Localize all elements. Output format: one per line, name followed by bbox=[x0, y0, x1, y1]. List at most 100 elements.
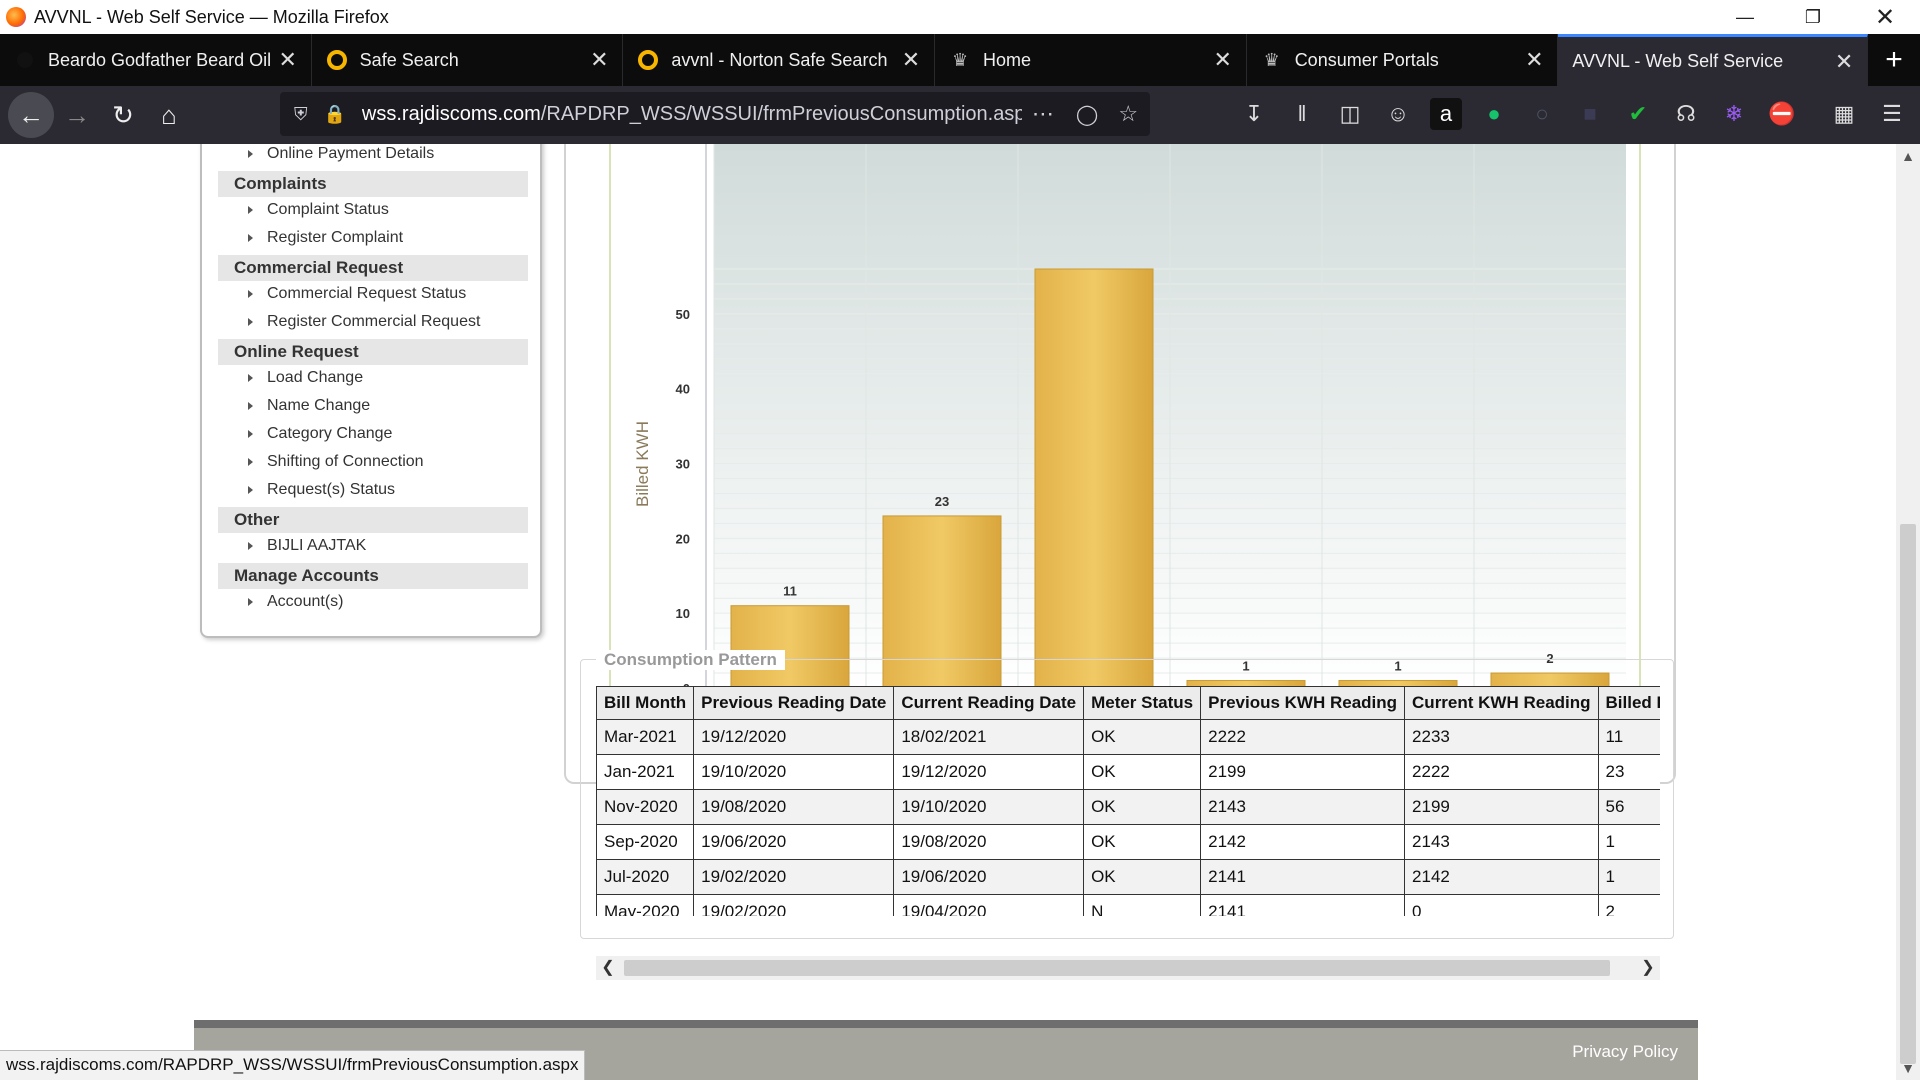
beardo-icon bbox=[14, 49, 36, 71]
scroll-thumb[interactable] bbox=[624, 960, 1610, 976]
consumption-table: Bill Month Previous Reading Date Current R… bbox=[596, 686, 1660, 916]
window-titlebar: AVVNL - Web Self Service — Mozilla Firef… bbox=[0, 0, 1920, 34]
menu-item-link[interactable]: Load Change bbox=[248, 367, 363, 389]
close-tab-icon[interactable]: ✕ bbox=[273, 47, 303, 73]
table-cell: 2222 bbox=[1200, 719, 1406, 755]
menu-section-header: Manage Accounts bbox=[218, 563, 528, 589]
ublock-icon[interactable]: ⛔ bbox=[1766, 98, 1798, 130]
extension-search-icon[interactable]: ○ bbox=[1526, 98, 1558, 130]
table-cell: Nov-2020 bbox=[596, 789, 695, 825]
tab-label: AVVNL - Web Self Service bbox=[1572, 51, 1784, 71]
y-tick-label: 50 bbox=[676, 307, 690, 322]
menu-item-link[interactable]: BIJLI AAJTAK bbox=[248, 535, 366, 557]
restore-button[interactable]: ❐ bbox=[1778, 0, 1848, 34]
bar-data-label: 23 bbox=[935, 494, 949, 509]
table-cell: Mar-2021 bbox=[596, 719, 695, 755]
table-cell: 23 bbox=[1597, 754, 1660, 790]
norton-icon bbox=[637, 49, 659, 71]
table-cell: 2142 bbox=[1200, 824, 1406, 860]
menu-item-link[interactable]: Name Change bbox=[248, 395, 370, 417]
pocket-icon[interactable]: ◯ bbox=[1076, 102, 1098, 127]
menu-item-link[interactable]: Register Complaint bbox=[248, 227, 403, 249]
table-row: Nov-2020 19/08/2020 19/10/2020 OK 2143 2199 56 bbox=[596, 789, 1660, 825]
url-host: wss.rajdiscoms.com bbox=[361, 102, 541, 125]
new-tab-button[interactable]: + bbox=[1868, 34, 1920, 86]
page-actions-icon[interactable]: ⋯ bbox=[1032, 101, 1054, 127]
scroll-up-icon[interactable]: ▲ bbox=[1896, 148, 1920, 164]
menu-item-link[interactable]: Register Commercial Request bbox=[248, 311, 480, 333]
reload-button[interactable]: ↻ bbox=[100, 92, 146, 138]
emblem-icon: ♛ bbox=[1263, 49, 1280, 70]
close-window-button[interactable]: ✕ bbox=[1850, 0, 1920, 34]
grammarly-icon[interactable]: ● bbox=[1478, 98, 1510, 130]
table-cell: 11 bbox=[1597, 719, 1660, 755]
close-tab-icon[interactable]: ✕ bbox=[1829, 49, 1859, 75]
menu-item-link[interactable]: Request(s) Status bbox=[248, 479, 395, 501]
table-cell: 18/02/2021 bbox=[893, 719, 1085, 755]
tab-home[interactable]: ♛ Home ✕ bbox=[935, 34, 1247, 86]
table-cell: 2199 bbox=[1404, 789, 1599, 825]
table-cell: Jul-2020 bbox=[596, 859, 695, 895]
menu-hamburger-icon[interactable]: ☰ bbox=[1876, 98, 1908, 130]
home-button[interactable]: ⌂ bbox=[146, 92, 192, 138]
table-cell: 2233 bbox=[1404, 719, 1599, 755]
privacy-policy-link[interactable]: Privacy Policy bbox=[1572, 1042, 1678, 1062]
close-tab-icon[interactable]: ✕ bbox=[584, 47, 614, 73]
insecure-lock-icon[interactable]: 🔒 bbox=[324, 104, 346, 125]
status-bar-url: wss.rajdiscoms.com/RAPDRP_WSS/WSSUI/frmP… bbox=[0, 1050, 586, 1080]
scroll-left-icon[interactable]: ❮ bbox=[596, 956, 620, 980]
menu-item-link[interactable]: Online Payment Details bbox=[248, 144, 434, 165]
scroll-right-icon[interactable]: ❯ bbox=[1636, 956, 1660, 980]
sidebar-icon[interactable]: ◫ bbox=[1334, 98, 1366, 130]
account-icon[interactable]: ☺ bbox=[1382, 98, 1414, 130]
url-text[interactable]: wss.rajdiscoms.com/RAPDRP_WSS/WSSUI/frmP… bbox=[362, 103, 1022, 126]
minimize-button[interactable]: — bbox=[1710, 0, 1780, 34]
menu-item-link[interactable]: Account(s) bbox=[248, 591, 343, 613]
address-bar[interactable]: ⛨ 🔒 wss.rajdiscoms.com/RAPDRP_WSS/WSSUI/… bbox=[280, 92, 1150, 136]
table-cell: 56 bbox=[1597, 789, 1660, 825]
y-tick-label: 10 bbox=[676, 606, 690, 621]
tab-safe-search[interactable]: Safe Search ✕ bbox=[312, 34, 624, 86]
scroll-down-icon[interactable]: ▼ bbox=[1896, 1060, 1920, 1076]
tab-norton-search[interactable]: avvnl - Norton Safe Search ✕ bbox=[623, 34, 936, 86]
menu-item-link[interactable]: Shifting of Connection bbox=[248, 451, 424, 473]
back-button[interactable]: ← bbox=[8, 92, 54, 138]
menu-item-link[interactable]: Complaint Status bbox=[248, 199, 389, 221]
page-vertical-scrollbar[interactable]: ▲ ▼ bbox=[1896, 144, 1920, 1080]
bar-data-label: 11 bbox=[783, 584, 797, 599]
extension-dark-icon[interactable]: ■ bbox=[1574, 98, 1606, 130]
close-tab-icon[interactable]: ✕ bbox=[1208, 47, 1238, 73]
table-cell: 19/06/2020 bbox=[693, 824, 895, 860]
close-tab-icon[interactable]: ✕ bbox=[1519, 47, 1549, 73]
menu-item-link[interactable]: Commercial Request Status bbox=[248, 283, 466, 305]
tab-beardo[interactable]: Beardo Godfather Beard Oil ✕ bbox=[0, 34, 312, 86]
y-tick-label: 40 bbox=[676, 382, 690, 397]
table-cell: May-2020 bbox=[596, 894, 695, 916]
table-horizontal-scrollbar[interactable]: ❮ ❯ bbox=[596, 956, 1660, 980]
headphones-icon[interactable]: ☊ bbox=[1670, 98, 1702, 130]
menu-item-link[interactable]: Category Change bbox=[248, 423, 392, 445]
library-icon[interactable]: ‖ bbox=[1286, 98, 1318, 130]
downloads-icon[interactable]: ↧ bbox=[1238, 98, 1270, 130]
table-cell: 19/12/2020 bbox=[893, 754, 1085, 790]
table-cell: 2141 bbox=[1200, 859, 1406, 895]
table-cell: 2222 bbox=[1404, 754, 1599, 790]
snowflake-extension-icon[interactable]: ❄ bbox=[1718, 98, 1750, 130]
page-scroll-thumb[interactable] bbox=[1900, 524, 1916, 1064]
tab-bar: Beardo Godfather Beard Oil ✕ Safe Search… bbox=[0, 34, 1920, 86]
table-cell: OK bbox=[1083, 754, 1202, 790]
table-cell: 2 bbox=[1597, 894, 1660, 916]
tab-avvnl-active[interactable]: AVVNL - Web Self Service ✕ bbox=[1558, 34, 1869, 86]
amazon-icon[interactable]: a bbox=[1430, 98, 1462, 130]
tab-consumer-portals[interactable]: ♛ Consumer Portals ✕ bbox=[1247, 34, 1559, 86]
table-cell: 19/12/2020 bbox=[693, 719, 895, 755]
bookmark-star-icon[interactable]: ☆ bbox=[1118, 101, 1138, 127]
table-cell: 19/08/2020 bbox=[893, 824, 1085, 860]
column-header: Previous KWH Reading bbox=[1200, 686, 1406, 720]
shield-icon[interactable]: ⛨ bbox=[294, 104, 308, 125]
menu-section-header: Other bbox=[218, 507, 528, 533]
check-extension-icon[interactable]: ✔ bbox=[1622, 98, 1654, 130]
extensions-gift-icon[interactable]: ▦ bbox=[1828, 98, 1860, 130]
close-tab-icon[interactable]: ✕ bbox=[896, 47, 926, 73]
forward-button[interactable]: → bbox=[54, 92, 100, 138]
